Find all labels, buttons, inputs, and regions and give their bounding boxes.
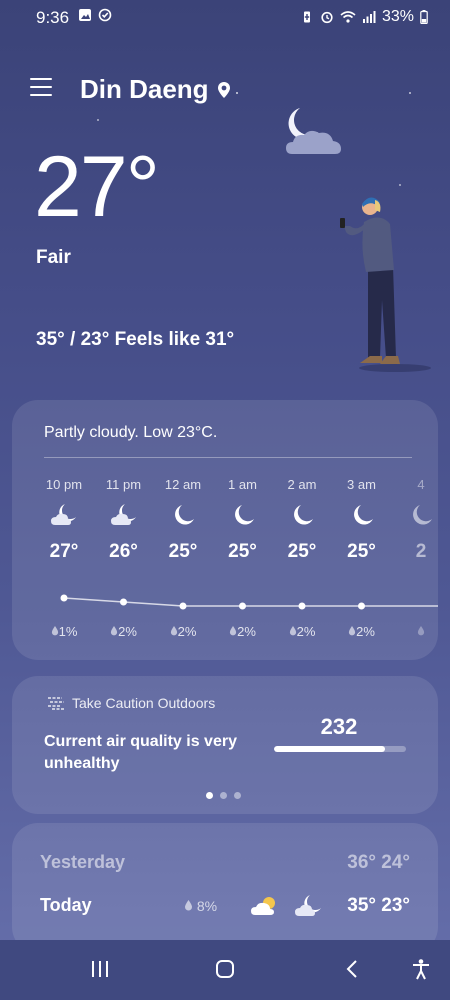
air-quality-bar [274, 746, 406, 752]
hour-precip: 2% [272, 624, 332, 639]
current-condition: Fair [36, 247, 71, 268]
temperature-point [179, 602, 187, 610]
hour-precip-value: 2% [356, 624, 375, 639]
cloudy-moon-icon [110, 504, 136, 525]
hour-precip-value: 2% [296, 624, 316, 639]
air-quality-card[interactable]: Take Caution Outdoors Current air qualit… [12, 676, 438, 814]
home-icon[interactable] [214, 958, 236, 980]
hour-precip: 2% [332, 624, 392, 639]
temperature-point [60, 594, 68, 602]
hour-temp: 25° [347, 541, 376, 562]
page-indicator[interactable] [206, 792, 241, 799]
forecast-summary: Partly cloudy. Low 23°C. [44, 424, 218, 441]
hour-precip-value: 1% [58, 624, 78, 639]
recent-apps-icon[interactable] [89, 958, 111, 980]
raindrop-icon [170, 626, 177, 636]
temperature-point [239, 602, 246, 610]
haze-icon [48, 697, 64, 710]
moon-icon [413, 505, 432, 525]
hour-weather-icon [391, 502, 450, 532]
divider [44, 457, 412, 458]
hour-time: 10 pm [45, 477, 83, 492]
hour-weather-icon [332, 502, 392, 532]
cloudy-moon-icon [295, 895, 321, 916]
raindrop-icon [185, 900, 192, 911]
accessibility-icon[interactable] [410, 958, 432, 980]
temperature-point [298, 602, 306, 610]
raindrop-icon [289, 626, 296, 636]
hour-time: 4 [417, 477, 425, 492]
hour-temp: 26° [109, 541, 138, 562]
hour-weather-icon [213, 502, 273, 532]
hour-weather-icon [272, 502, 332, 532]
hour-temp: 25° [168, 541, 198, 562]
hour-weather-icon [153, 502, 213, 532]
hour-temp: 27° [49, 541, 79, 562]
air-quality-index: 232 [320, 714, 358, 739]
hour-precip: 2% [153, 624, 213, 639]
today-precip-value: 8% [196, 898, 218, 914]
hour-temp: 2 [415, 541, 427, 562]
hour-time: 2 am [287, 477, 317, 492]
moon-icon [353, 505, 373, 525]
moon-cloud-illustration [286, 108, 341, 154]
hour-time: 3 am [347, 477, 376, 492]
temperature-point [120, 598, 127, 606]
current-temperature: 27° [34, 139, 160, 235]
hour-temp: 25° [228, 541, 257, 562]
hour-precip: 1% [34, 624, 94, 639]
cloudy-moon-icon [51, 504, 76, 525]
yesterday-temps: 36° 24° [347, 852, 410, 873]
hourly-forecast-card[interactable]: Partly cloudy. Low 23°C. 10 pm 27° 1% 11 pm… [12, 400, 438, 660]
daily-forecast-card[interactable]: Yesterday 36° 24° Today 8% 35° 23° [12, 823, 438, 953]
hour-time: 11 pm [105, 477, 142, 492]
page-dot[interactable] [234, 792, 241, 799]
air-quality-message: Current air quality is very unhealthy [44, 733, 237, 772]
hour-precip: 2% [94, 624, 154, 639]
person-illustration [340, 197, 431, 372]
partly-cloudy-day-icon [251, 897, 275, 915]
hour-precip-value: 2% [177, 624, 197, 639]
moon-icon [234, 505, 254, 525]
temperature-point [358, 602, 365, 610]
hour-precip: 2% [213, 624, 273, 639]
moon-icon [294, 505, 313, 525]
caution-label: Take Caution Outdoors [72, 695, 216, 711]
raindrop-icon [110, 626, 118, 636]
page-dot[interactable] [220, 792, 227, 799]
hour-temp: 25° [287, 541, 317, 562]
hi-lo-feels-like: 35° / 23° Feels like 31° [36, 329, 235, 350]
hour-weather-icon [34, 502, 94, 532]
hour-precip-value: 2% [118, 624, 137, 639]
raindrop-icon [417, 626, 425, 636]
hour-time: 1 am [228, 477, 257, 492]
moon-icon [175, 505, 194, 525]
back-icon[interactable] [342, 958, 364, 980]
air-quality-bar-fill [274, 746, 385, 752]
hour-precip [391, 624, 450, 639]
today-temps: 35° 23° [347, 895, 410, 916]
page-dot[interactable] [206, 792, 213, 799]
hour-time: 12 am [164, 477, 202, 492]
raindrop-icon [348, 626, 356, 636]
raindrop-icon [51, 626, 58, 636]
raindrop-icon [229, 626, 237, 636]
yesterday-label: Yesterday [40, 852, 126, 872]
hour-precip-value: 2% [237, 624, 256, 639]
temperature-graph [60, 594, 438, 610]
navigation-bar [0, 940, 450, 1000]
hour-weather-icon [94, 502, 154, 532]
today-label: Today [40, 895, 92, 915]
